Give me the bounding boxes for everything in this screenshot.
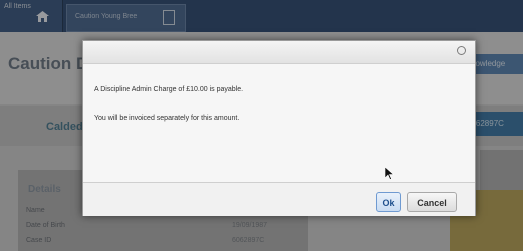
dialog-titlebar xyxy=(83,41,475,64)
ok-button[interactable]: Ok xyxy=(376,192,401,212)
dialog-message-invoice: You will be invoiced separately for this… xyxy=(94,115,240,122)
admin-charge-dialog: A Discipline Admin Charge of £10.00 is p… xyxy=(82,40,476,216)
dialog-message-charge: A Discipline Admin Charge of £10.00 is p… xyxy=(94,86,244,93)
close-icon[interactable] xyxy=(457,46,466,55)
cursor-icon xyxy=(385,167,394,180)
cancel-button[interactable]: Cancel xyxy=(407,192,457,212)
